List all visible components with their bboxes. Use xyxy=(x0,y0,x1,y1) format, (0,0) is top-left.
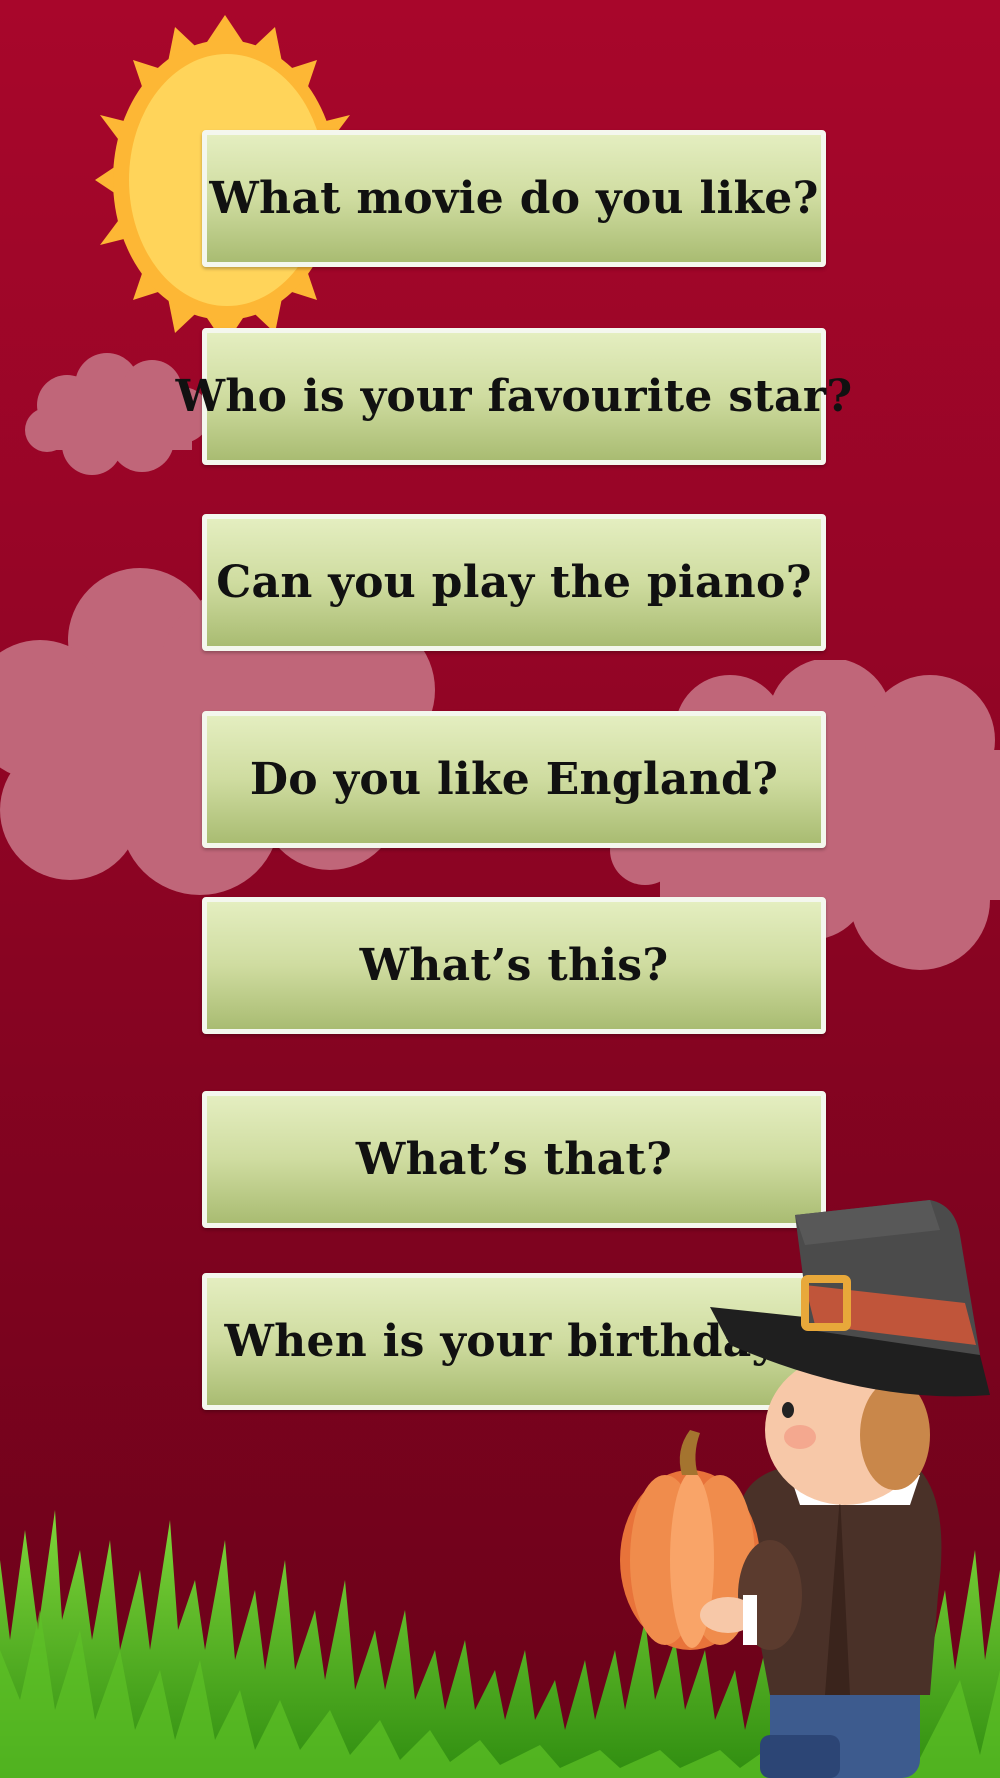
app-screen: What movie do you like? Who is your favo… xyxy=(0,0,1000,1778)
question-button-england[interactable]: Do you like England? xyxy=(202,711,826,848)
question-button-movie[interactable]: What movie do you like? xyxy=(202,130,826,267)
question-label: What’s this? xyxy=(359,940,669,991)
question-label: Who is your favourite star? xyxy=(175,371,853,422)
question-label: Can you play the piano? xyxy=(216,557,812,608)
question-label: What movie do you like? xyxy=(209,173,819,224)
question-label: Do you like England? xyxy=(249,754,779,805)
question-button-favourite-star[interactable]: Who is your favourite star? xyxy=(176,328,852,465)
question-button-piano[interactable]: Can you play the piano? xyxy=(202,514,826,651)
question-button-whats-this[interactable]: What’s this? xyxy=(202,897,826,1034)
pilgrim-boy-illustration xyxy=(620,1200,990,1778)
